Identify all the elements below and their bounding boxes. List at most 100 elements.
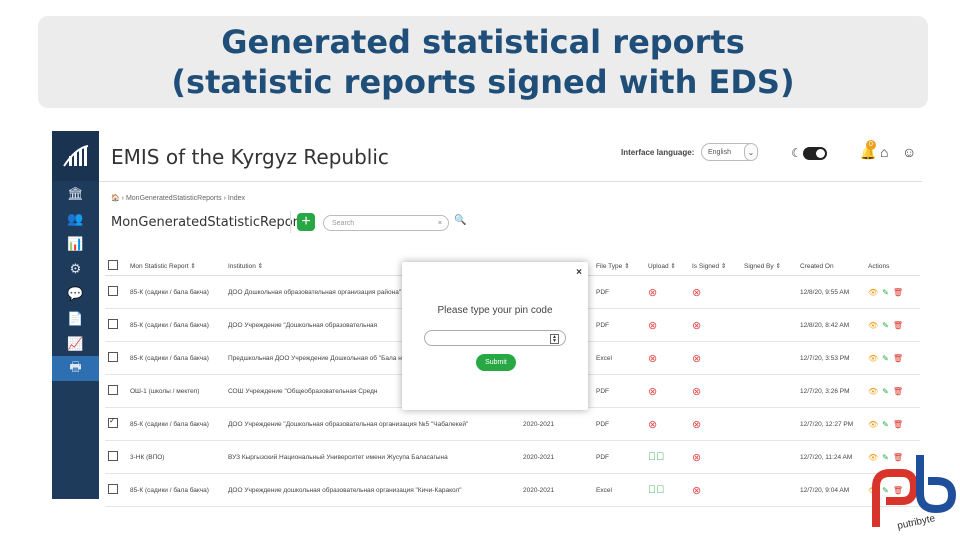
column-header[interactable]: Mon Statistic Report ⇕ [127,257,225,276]
language-select[interactable]: English ⌄ [701,143,758,161]
page-title: MonGeneratedStatisticReports [111,215,310,230]
column-header[interactable]: File Type ⇕ [593,257,645,276]
table-row[interactable]: 85-К (садики / бала бакча)ДОО Учреждение… [105,473,920,507]
institution-cell: ДОО Учреждение "Дошкольная образовательн… [225,407,520,441]
view-icon[interactable]: 👁 [868,387,878,396]
report-cell: 3-НК (ВПО) [127,440,225,474]
theme-toggle[interactable] [803,147,827,160]
row-checkbox[interactable] [105,308,127,342]
created-on-cell: 12/8/20, 9:55 AM [797,275,865,309]
institution-cell: ДОО Учреждение дошкольная образовательна… [225,473,520,507]
users-icon[interactable]: 👥 [52,206,99,231]
created-on-cell: 12/7/20, 11:24 AM [797,440,865,474]
upload-status-cell: ⊗ [645,341,689,375]
edit-icon[interactable]: ✎ [882,288,889,297]
row-checkbox[interactable] [105,341,127,375]
delete-icon[interactable]: 🗑 [893,387,903,396]
upload-status-cell: ✓⃝ [645,440,689,474]
edit-icon[interactable]: ✎ [882,354,889,363]
line-chart-icon[interactable]: 📈 [52,331,99,356]
delete-icon[interactable]: 🗑 [893,420,903,429]
x-circle-icon: ⊗ [692,352,702,365]
actions-cell: 👁 ✎ 🗑 [865,374,920,408]
delete-icon[interactable]: 🗑 [893,288,903,297]
gears-icon[interactable]: ⚙ [52,256,99,281]
x-circle-icon: ⊗ [692,418,702,431]
column-header[interactable]: Upload ⇕ [645,257,689,276]
file-type-cell: Excel [593,341,645,375]
x-circle-icon: ⊗ [692,286,702,299]
user-icon[interactable]: ☺ [902,144,916,160]
signed-by-cell [741,341,797,375]
row-checkbox[interactable] [105,275,127,309]
submit-button[interactable]: Submit [476,354,516,371]
breadcrumb-item[interactable]: MonGeneratedStatisticReports [126,195,222,202]
column-header[interactable]: Is Signed ⇕ [689,257,741,276]
add-button[interactable]: + [297,213,315,231]
signed-status-cell: ⊗ [689,440,741,474]
created-on-cell: 12/7/20, 3:53 PM [797,341,865,375]
close-icon[interactable]: × [576,267,582,278]
home-icon[interactable]: 🏠 [111,195,120,202]
x-circle-icon: ⊗ [648,418,658,431]
table-row[interactable]: 3-НК (ВПО) ВУЗ Кыргызский Национальный Ун… [105,440,920,474]
table-row[interactable]: 85-К (садики / бала бакча)ДОО Учреждение… [105,407,920,441]
row-checkbox[interactable] [105,374,127,408]
file-type-cell: PDF [593,275,645,309]
created-on-cell: 12/8/20, 8:42 AM [797,308,865,342]
row-checkbox[interactable] [105,440,127,474]
pin-prompt: Please type your pin code [437,305,553,316]
bank-icon[interactable]: 🏛 [52,181,99,206]
slide-title-line-2: (statistic reports signed with EDS) [171,63,795,101]
edit-icon[interactable]: ✎ [882,387,889,396]
column-header: Created On [797,257,865,276]
home-icon[interactable]: ⌂ [880,144,888,160]
x-circle-icon: ⊗ [692,451,702,464]
app-logo-icon[interactable] [52,131,99,181]
pin-code-input[interactable]: ▲ ▼ [424,330,566,346]
svg-text:putribyte: putribyte [896,513,936,532]
signed-status-cell: ⊗ [689,473,741,507]
column-header[interactable]: Signed By ⇕ [741,257,797,276]
view-icon[interactable]: 👁 [868,288,878,297]
breadcrumb: 🏠 › MonGeneratedStatisticReports › Index [111,195,246,202]
actions-cell: 👁 ✎ 🗑 [865,407,920,441]
clear-icon[interactable]: × [438,216,442,232]
row-checkbox[interactable] [105,407,127,441]
view-icon[interactable]: 👁 [868,354,878,363]
year-cell: 2020-2021 [520,473,593,507]
chat-icon[interactable]: 💬 [52,281,99,306]
view-icon[interactable]: 👁 [868,420,878,429]
search-icon[interactable]: 🔍 [454,215,466,226]
file-type-cell: PDF [593,308,645,342]
created-on-cell: 12/7/20, 3:26 PM [797,374,865,408]
document-icon[interactable]: 📄 [52,306,99,331]
edit-icon[interactable]: ✎ [882,321,889,330]
signed-status-cell: ⊗ [689,374,741,408]
view-icon[interactable]: 👁 [868,321,878,330]
chevron-down-icon[interactable]: ⌄ [744,143,758,161]
edit-icon[interactable]: ✎ [882,420,889,429]
check-circle-icon: ✓⃝ [648,484,665,496]
delete-icon[interactable]: 🗑 [893,354,903,363]
print-icon[interactable]: 🖶 [52,356,99,381]
stepper-icon[interactable]: ▲ ▼ [550,334,559,344]
year-cell: 2020-2021 [520,407,593,441]
signed-status-cell: ⊗ [689,407,741,441]
x-circle-icon: ⊗ [692,484,702,497]
select-all-checkbox[interactable] [105,257,127,276]
slide-title-banner: Generated statistical reports (statistic… [38,16,928,108]
bar-chart-icon[interactable]: 📊 [52,231,99,256]
signed-by-cell [741,275,797,309]
x-circle-icon: ⊗ [648,286,658,299]
delete-icon[interactable]: 🗑 [893,321,903,330]
x-circle-icon: ⊗ [648,385,658,398]
search-input[interactable]: Search × [323,215,449,231]
report-cell: 85-К (садики / бала бакча) [127,275,225,309]
moon-icon: ☾ [791,146,802,160]
report-cell: ОШ-1 (школы / мектеп) [127,374,225,408]
toggle-knob [816,149,825,158]
x-circle-icon: ⊗ [692,319,702,332]
row-checkbox[interactable] [105,473,127,507]
file-type-cell: PDF [593,440,645,474]
